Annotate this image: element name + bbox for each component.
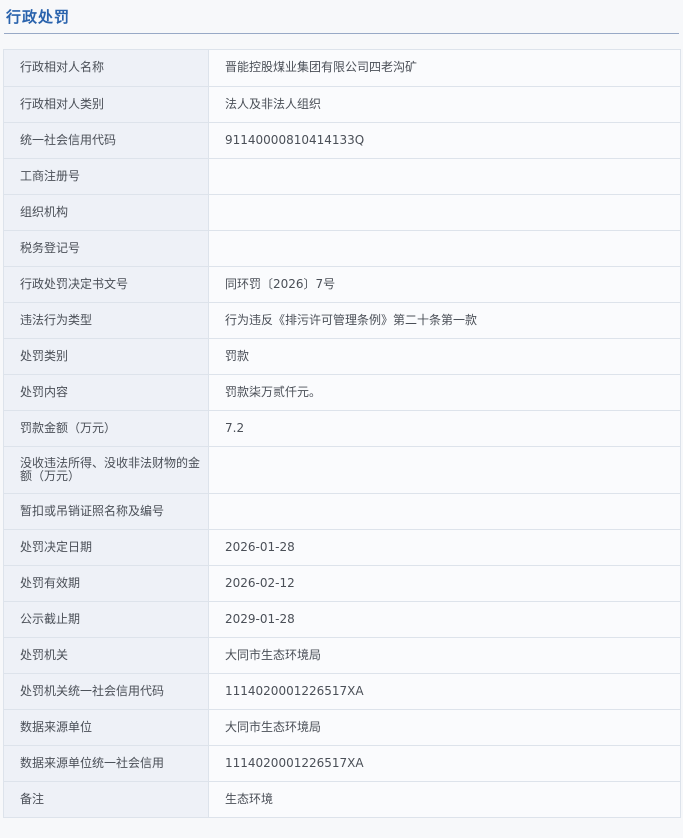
row-value: 2026-01-28 bbox=[208, 529, 681, 566]
table-row: 处罚类别 罚款 bbox=[4, 338, 681, 375]
row-value: 1114020001226517XA bbox=[208, 673, 681, 710]
row-label: 处罚决定日期 bbox=[4, 529, 209, 566]
row-value: 生态环境 bbox=[208, 781, 681, 818]
table-row: 备注 生态环境 bbox=[4, 781, 681, 818]
row-value: 罚款 bbox=[208, 338, 681, 375]
section-header: 行政处罚 bbox=[4, 0, 679, 34]
table-row: 处罚内容 罚款柒万贰仟元。 bbox=[4, 374, 681, 411]
section-title: 行政处罚 bbox=[6, 8, 71, 26]
row-value bbox=[208, 194, 681, 231]
row-label: 处罚类别 bbox=[4, 338, 209, 375]
row-label: 暂扣或吊销证照名称及编号 bbox=[4, 493, 209, 530]
table-row: 处罚机关 大同市生态环境局 bbox=[4, 637, 681, 674]
row-value bbox=[208, 158, 681, 195]
row-label: 罚款金额（万元） bbox=[4, 410, 209, 447]
row-value: 7.2 bbox=[208, 410, 681, 447]
row-label: 组织机构 bbox=[4, 194, 209, 231]
table-row: 行政相对人名称 晋能控股煤业集团有限公司四老沟矿 bbox=[4, 50, 681, 87]
table-row: 暂扣或吊销证照名称及编号 bbox=[4, 493, 681, 530]
row-label: 处罚机关统一社会信用代码 bbox=[4, 673, 209, 710]
row-label: 行政相对人名称 bbox=[4, 50, 209, 87]
row-label: 处罚内容 bbox=[4, 374, 209, 411]
table-row: 组织机构 bbox=[4, 194, 681, 231]
table-row: 没收违法所得、没收非法财物的金额（万元） bbox=[4, 446, 681, 494]
row-value: 1114020001226517XA bbox=[208, 745, 681, 782]
row-label: 行政相对人类别 bbox=[4, 86, 209, 123]
details-table-container: 行政相对人名称 晋能控股煤业集团有限公司四老沟矿 行政相对人类别 法人及非法人组… bbox=[3, 49, 681, 818]
row-value bbox=[208, 493, 681, 530]
table-row: 统一社会信用代码 91140000810414133Q bbox=[4, 122, 681, 159]
row-label: 税务登记号 bbox=[4, 230, 209, 267]
row-label: 违法行为类型 bbox=[4, 302, 209, 339]
table-row: 工商注册号 bbox=[4, 158, 681, 195]
row-value: 大同市生态环境局 bbox=[208, 709, 681, 746]
table-row: 处罚决定日期 2026-01-28 bbox=[4, 529, 681, 566]
table-row: 处罚机关统一社会信用代码 1114020001226517XA bbox=[4, 673, 681, 710]
table-row: 数据来源单位统一社会信用 1114020001226517XA bbox=[4, 745, 681, 782]
row-label: 公示截止期 bbox=[4, 601, 209, 638]
row-label: 统一社会信用代码 bbox=[4, 122, 209, 159]
row-label: 行政处罚决定书文号 bbox=[4, 266, 209, 303]
table-row: 公示截止期 2029-01-28 bbox=[4, 601, 681, 638]
table-row: 违法行为类型 行为违反《排污许可管理条例》第二十条第一款 bbox=[4, 302, 681, 339]
row-value: 晋能控股煤业集团有限公司四老沟矿 bbox=[208, 50, 681, 87]
table-row: 罚款金额（万元） 7.2 bbox=[4, 410, 681, 447]
row-label: 数据来源单位 bbox=[4, 709, 209, 746]
row-value: 行为违反《排污许可管理条例》第二十条第一款 bbox=[208, 302, 681, 339]
row-value: 罚款柒万贰仟元。 bbox=[208, 374, 681, 411]
row-value: 2029-01-28 bbox=[208, 601, 681, 638]
row-label: 工商注册号 bbox=[4, 158, 209, 195]
table-row: 数据来源单位 大同市生态环境局 bbox=[4, 709, 681, 746]
row-value bbox=[208, 230, 681, 267]
row-label: 数据来源单位统一社会信用 bbox=[4, 745, 209, 782]
table-row: 处罚有效期 2026-02-12 bbox=[4, 565, 681, 602]
row-value bbox=[208, 446, 681, 494]
row-label: 处罚有效期 bbox=[4, 565, 209, 602]
row-label: 没收违法所得、没收非法财物的金额（万元） bbox=[4, 446, 209, 494]
row-value: 大同市生态环境局 bbox=[208, 637, 681, 674]
table-row: 税务登记号 bbox=[4, 230, 681, 267]
row-value: 同环罚〔2026〕7号 bbox=[208, 266, 681, 303]
details-table: 行政相对人名称 晋能控股煤业集团有限公司四老沟矿 行政相对人类别 法人及非法人组… bbox=[4, 50, 681, 818]
row-label: 处罚机关 bbox=[4, 637, 209, 674]
table-row: 行政处罚决定书文号 同环罚〔2026〕7号 bbox=[4, 266, 681, 303]
table-row: 行政相对人类别 法人及非法人组织 bbox=[4, 86, 681, 123]
row-value: 法人及非法人组织 bbox=[208, 86, 681, 123]
row-label: 备注 bbox=[4, 781, 209, 818]
row-value: 91140000810414133Q bbox=[208, 122, 681, 159]
row-value: 2026-02-12 bbox=[208, 565, 681, 602]
